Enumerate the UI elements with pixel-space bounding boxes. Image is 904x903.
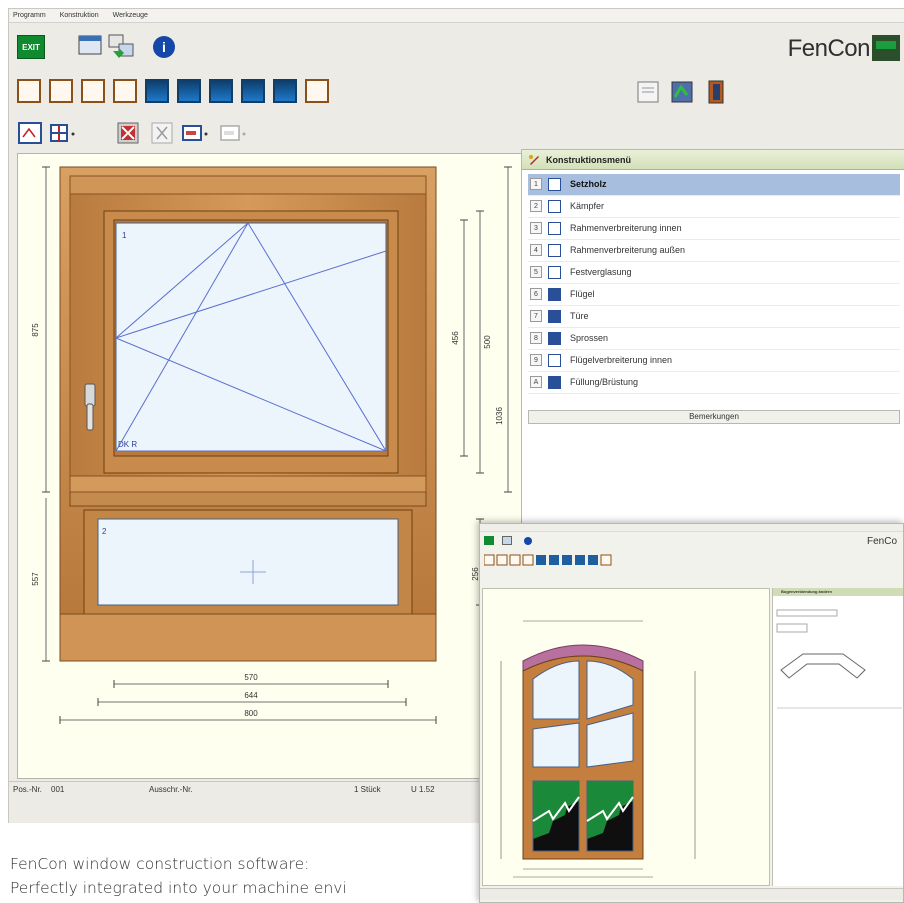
inset-panel-title: Bogenverblendung ändern (773, 588, 903, 596)
window-type-frame-in-button[interactable] (81, 79, 105, 103)
inset-drawing-canvas (482, 588, 770, 886)
menu-item-kaempfer[interactable]: 2 Kämpfer (528, 196, 900, 218)
menu-item-fluegel[interactable]: 6 Flügel (528, 284, 900, 306)
menu-item-setzholz[interactable]: 1 Setzholz (528, 174, 900, 196)
hardware-dropdown-icon[interactable] (181, 121, 209, 147)
handle-dropdown-icon[interactable] (219, 121, 247, 147)
dim-right-inner: 456 (451, 331, 460, 345)
window-type-two-sash-button[interactable] (17, 79, 41, 103)
menu-werkzeuge[interactable]: Werkzeuge (113, 9, 148, 22)
fencon-logo-icon (872, 35, 900, 61)
dim-bottom-2: 644 (244, 691, 258, 700)
frame-widen-in-icon (548, 222, 561, 235)
window-type-panel-button[interactable] (305, 79, 329, 103)
svg-text:i: i (162, 39, 166, 55)
panel-title: Konstruktionsmenü (546, 155, 632, 165)
sash2-number: 2 (102, 527, 107, 536)
menu-item-tuere[interactable]: 7 Türe (528, 306, 900, 328)
print-preview-icon[interactable] (635, 79, 663, 105)
menu-konstruktion[interactable]: Konstruktion (60, 9, 99, 22)
inset-panel: Bogenverblendung ändern (772, 588, 903, 886)
window-type-fixed-button[interactable] (145, 79, 169, 103)
inset-exit-icon (484, 536, 494, 545)
dim-right-mid: 500 (483, 335, 492, 349)
transom-icon (548, 200, 561, 213)
panel-header: Konstruktionsmenü (522, 150, 904, 170)
delete-element-icon[interactable] (115, 121, 143, 147)
fencon-brand: FenCon (787, 35, 871, 62)
info-icon[interactable]: i (151, 34, 179, 60)
mullion-icon (548, 178, 561, 191)
dimension-edit-icon[interactable] (17, 121, 45, 147)
status-aussch-label: Ausschr.-Nr. (149, 785, 193, 794)
caption: FenCon window construction software: Per… (10, 852, 480, 900)
tools-icon (529, 155, 539, 165)
window-view-icon[interactable] (77, 33, 105, 59)
fixed-glazing-icon (548, 266, 561, 279)
caption-line-2: Perfectly integrated into your machine e… (10, 879, 347, 897)
main-toolbar: EXIT i FenCon (9, 25, 904, 69)
frame-widen-out-icon (548, 244, 561, 257)
sash1-number: 1 (122, 231, 127, 240)
dim-left-top: 875 (31, 323, 40, 337)
inset-info-icon (524, 537, 532, 545)
calculate-icon[interactable] (669, 79, 697, 105)
remarks-header[interactable]: Bemerkungen (528, 410, 900, 424)
transom (69, 491, 427, 507)
inset-status-bar (480, 888, 903, 900)
menu-item-sprossen[interactable]: 8 Sprossen (528, 328, 900, 350)
window-drawing: 1 DK R 2 875 557 456 500 1036 256 570 64… (31, 166, 512, 724)
split-dropdown-icon[interactable] (49, 121, 77, 147)
inset-menubar (480, 524, 903, 532)
dim-right-total: 1036 (495, 407, 504, 425)
window-type-frame-out-button[interactable] (113, 79, 137, 103)
exit-button[interactable]: EXIT (17, 35, 45, 59)
status-pos-value: 001 (51, 785, 65, 794)
transfer-icon[interactable] (107, 33, 135, 59)
construction-menu-list: 1 Setzholz 2 Kämpfer 3 Rahmenverbreiteru… (528, 174, 900, 394)
muntin-icon (548, 332, 561, 345)
menu-item-rahmen-aussen[interactable]: 4 Rahmenverbreiterung außen (528, 240, 900, 262)
menu-programm[interactable]: Programm (13, 9, 46, 22)
dim-left-bottom: 557 (31, 572, 40, 586)
edit-toolbar (9, 115, 904, 153)
inset-window-icon (502, 536, 512, 545)
door-icon (548, 310, 561, 323)
inset-screenshot: FenCo Bogenverblendung ändern (479, 523, 904, 903)
caption-line-1: FenCon window construction software: (10, 855, 310, 873)
sash1-opening-label: DK R (118, 440, 137, 449)
status-uvalue: U 1.52 (411, 785, 435, 794)
menu-item-rahmen-innen[interactable]: 3 Rahmenverbreiterung innen (528, 218, 900, 240)
menu-item-festverglasung[interactable]: 5 Festverglasung (528, 262, 900, 284)
window-type-muntin-button[interactable] (241, 79, 265, 103)
lower-glass (97, 518, 399, 606)
sash-widen-icon (548, 354, 561, 367)
window-type-transom-button[interactable] (49, 79, 73, 103)
status-pieces: 1 Stück (354, 785, 381, 794)
cut-icon[interactable] (149, 121, 177, 147)
menu-item-fluegel-innen[interactable]: 9 Flügelverbreiterung innen (528, 350, 900, 372)
door-exit-icon[interactable] (703, 79, 731, 105)
sash-icon (548, 288, 561, 301)
window-type-sash-widen-button[interactable] (273, 79, 297, 103)
construction-drawing-canvas[interactable]: 1 DK R 2 875 557 456 500 1036 256 570 64… (17, 153, 525, 779)
dim-bottom-3: 800 (244, 709, 258, 718)
construction-menu-panel: Konstruktionsmenü 1 Setzholz 2 Kämpfer 3… (521, 149, 904, 529)
window-type-sash-button[interactable] (177, 79, 201, 103)
window-type-door-button[interactable] (209, 79, 233, 103)
panel-fill-icon (548, 376, 561, 389)
window-handle (84, 383, 96, 407)
inset-window-type-toolbar (484, 554, 612, 566)
status-pos-label: Pos.-Nr. (13, 785, 42, 794)
menu-bar: Programm Konstruktion Werkzeuge (9, 9, 904, 23)
menu-item-fuellung[interactable]: A Füllung/Brüstung (528, 372, 900, 394)
upper-glass (115, 222, 387, 452)
inset-brand: FenCo (866, 536, 897, 547)
window-type-toolbar (9, 71, 904, 115)
dim-bottom-1: 570 (244, 673, 258, 682)
